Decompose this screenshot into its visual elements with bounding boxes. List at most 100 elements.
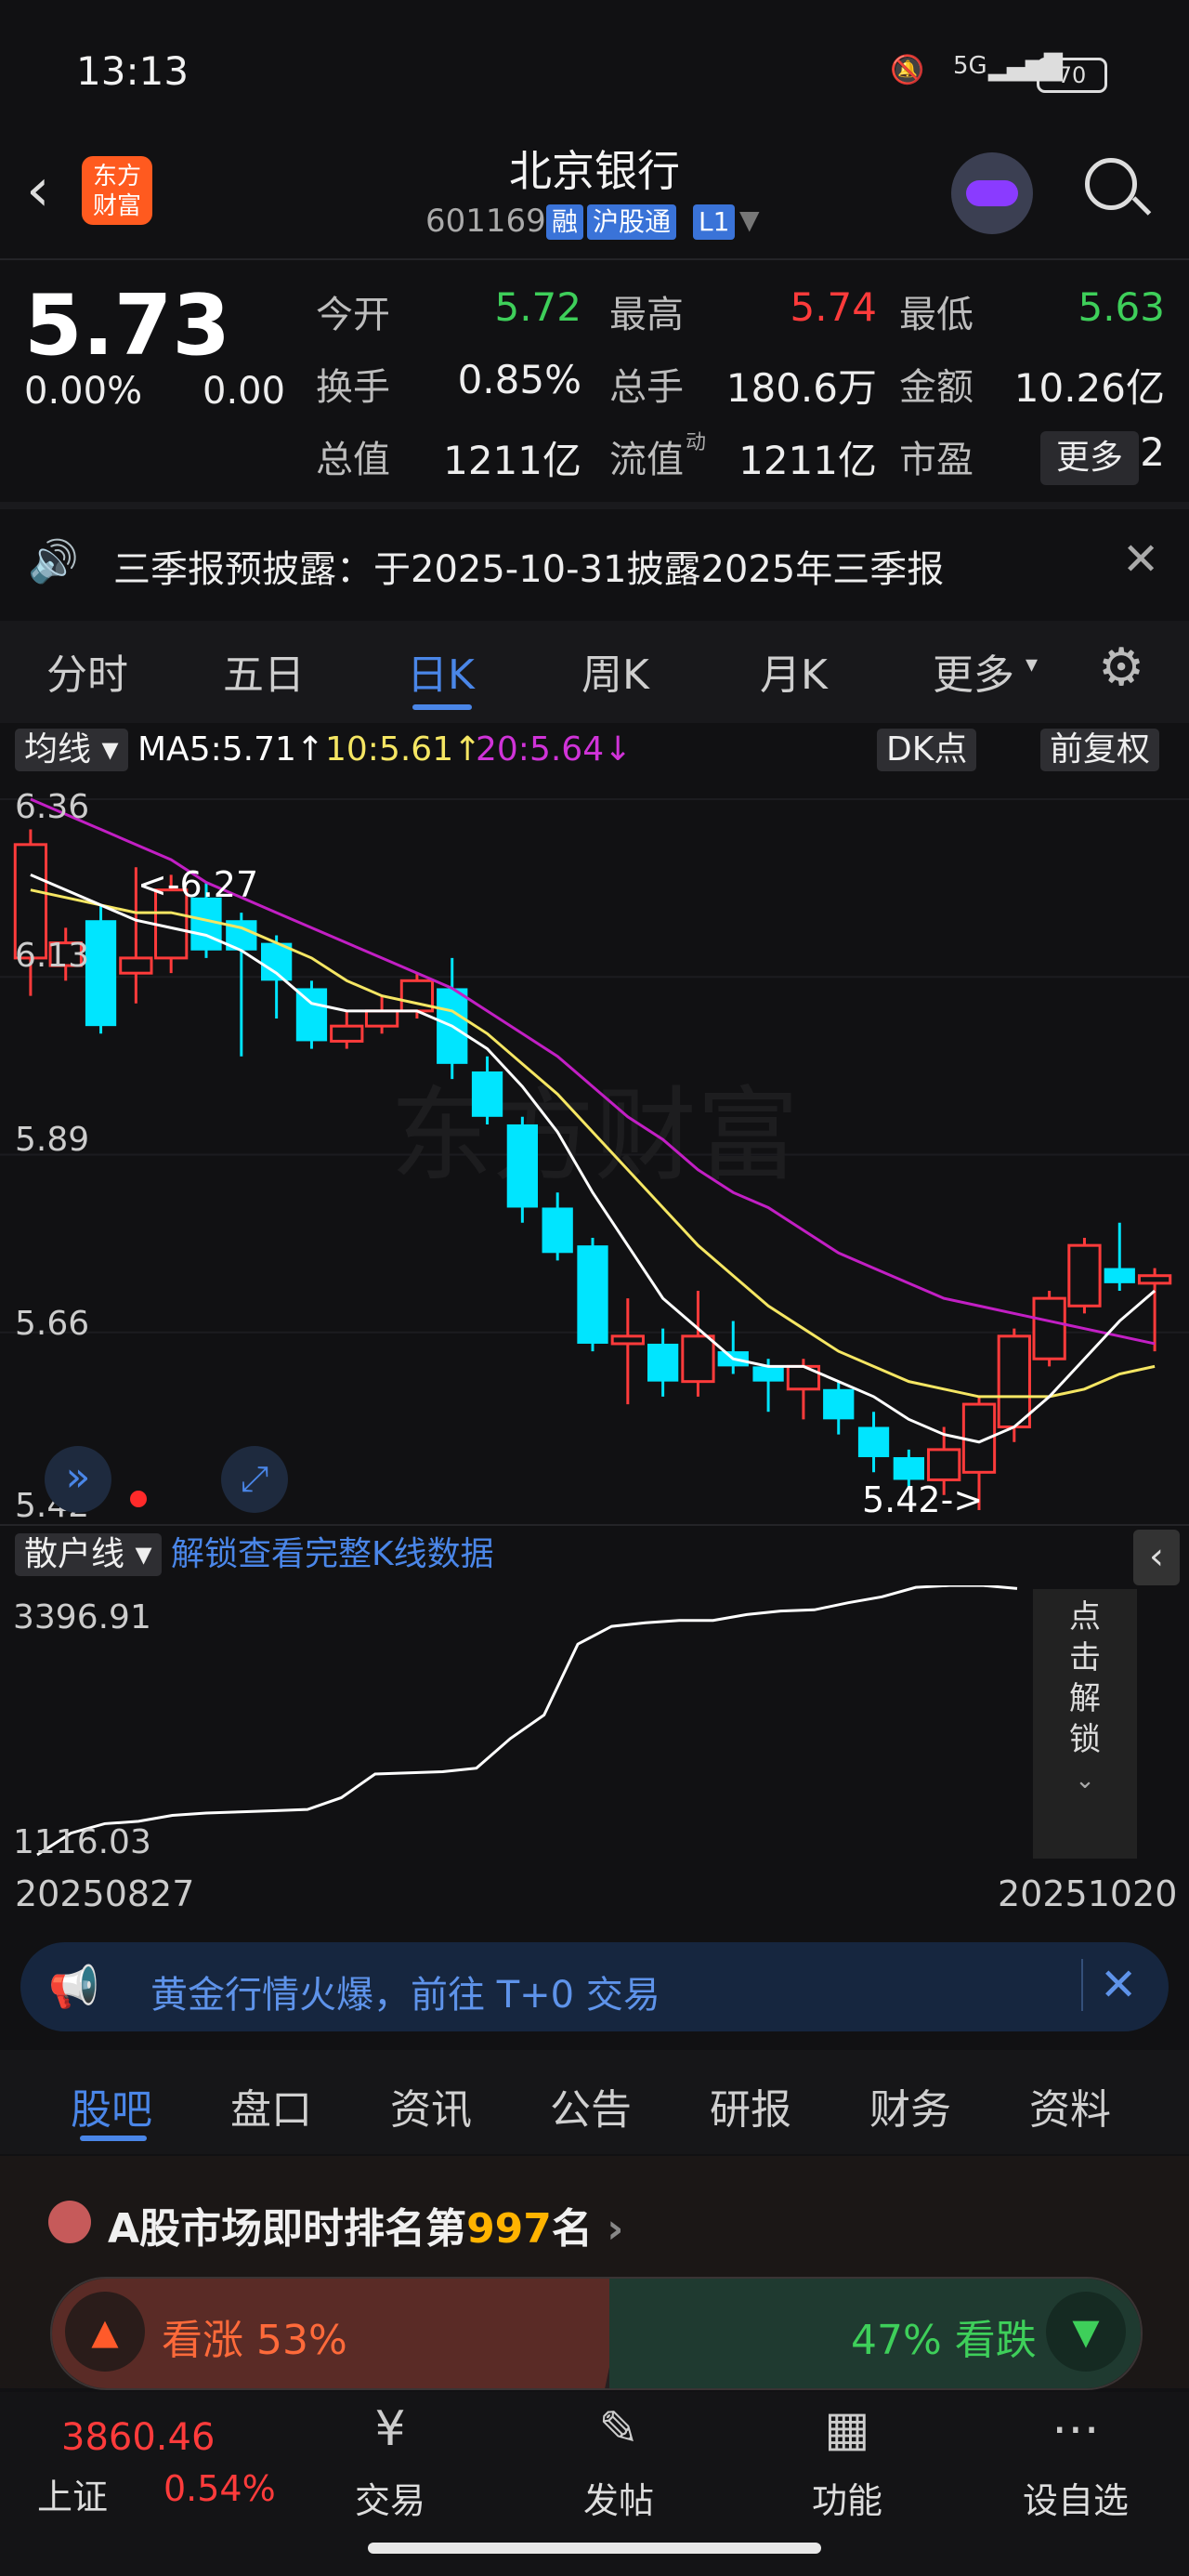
change-percent: 0.00% [24, 370, 143, 413]
period-tab[interactable]: 分时 [46, 641, 128, 701]
quote-value: 5.63 [1078, 284, 1165, 330]
divider [0, 258, 1189, 260]
expand-panel-icon[interactable]: » [45, 1446, 111, 1513]
candle [119, 956, 153, 975]
quote-value: 1211亿 [738, 438, 877, 483]
y-tick: 5.66 [15, 1305, 90, 1343]
add-watchlist-icon[interactable]: ⋯ [1001, 2401, 1150, 2457]
post-icon[interactable]: ✎ [544, 2401, 693, 2457]
period-tab[interactable]: 日K [407, 641, 475, 701]
content-tab[interactable]: 资讯 [390, 2076, 472, 2136]
nav-post[interactable]: 发帖 [544, 2472, 693, 2523]
y-tick: 6.13 [15, 937, 90, 975]
status-bar: 13:13 🔕 5G ▂▄▆█ 70 [0, 0, 1189, 139]
period-tab[interactable]: 更多 [933, 641, 1014, 701]
low-annotation: 5.42-> [862, 1479, 984, 1520]
date-start: 20250827 [15, 1873, 195, 1914]
notice-text[interactable]: 三季报预披露：于2025-10-31披露2025年三季报 [113, 539, 944, 593]
indicator-selector[interactable]: 散户线 ▾ [15, 1533, 162, 1576]
quote-value: 180.6万 [725, 365, 877, 411]
candle [190, 897, 222, 951]
side-unlock-text: 点 击 解 锁 [1069, 1598, 1101, 1758]
candle [1137, 1274, 1172, 1285]
candle [1067, 1243, 1102, 1308]
content-tab[interactable]: 财务 [869, 2076, 951, 2136]
candle [471, 1071, 503, 1117]
more-button[interactable]: 更多 [1040, 431, 1139, 485]
candle [364, 1009, 399, 1028]
nav-add-watchlist[interactable]: 设自选 [1001, 2472, 1150, 2523]
ma20-legend: 20:5.64↓ [476, 730, 633, 769]
trade-icon[interactable]: ¥ [316, 2401, 464, 2457]
candle [681, 1334, 715, 1384]
index-change[interactable]: 0.54% [163, 2468, 276, 2509]
retail-y-top: 3396.91 [13, 1598, 151, 1636]
content-tab[interactable]: 研报 [710, 2076, 791, 2136]
y-tick: 6.36 [15, 788, 90, 826]
bull-label: 看涨 53% [162, 2317, 347, 2364]
margin-tag: 融 [546, 204, 584, 240]
quote-value: 10.26亿 [1013, 365, 1165, 411]
candle [1104, 1268, 1135, 1283]
banner-text: 黄金行情火爆，前往 T+0 交易 [150, 1974, 660, 2017]
fullscreen-icon[interactable]: ⤢ [221, 1446, 288, 1513]
index-name[interactable]: 上证 [37, 2468, 108, 2519]
current-price: 5.73 [24, 277, 231, 375]
period-tab[interactable]: 月K [760, 641, 828, 701]
retail-y-bottom: 1116.03 [13, 1823, 151, 1861]
quote-label: 换手 [316, 366, 390, 409]
search-icon[interactable] [1085, 158, 1137, 210]
content-tab[interactable]: 股吧 [71, 2076, 152, 2136]
ma5-legend: MA5:5.71↑ [137, 730, 325, 769]
close-icon[interactable]: ✕ [1122, 533, 1159, 585]
ma10-legend: 10:5.61↑ [325, 730, 482, 769]
divider [0, 1524, 1189, 1526]
chevron-down-icon: ⌄ [1075, 1767, 1095, 1794]
quote-label: 流值 [609, 439, 684, 481]
high-annotation: <-6.27 [137, 864, 259, 905]
period-tab[interactable]: 周K [581, 641, 649, 701]
unlock-kline-link[interactable]: 解锁查看完整K线数据 [171, 1533, 494, 1576]
candle [857, 1426, 890, 1458]
side-unlock-button[interactable]: 点 击 解 锁 ⌄ [1033, 1589, 1137, 1859]
settings-gear-icon[interactable]: ⚙ [1098, 637, 1144, 698]
network-label: 5G [953, 52, 987, 80]
rank-text[interactable]: A股市场即时排名第997名 › [108, 2195, 623, 2254]
functions-icon[interactable]: ▦ [773, 2401, 921, 2457]
connect-tag: 沪股通 [587, 204, 677, 240]
tag-dropdown-icon[interactable]: ▼ [739, 204, 760, 235]
close-icon[interactable]: ✕ [1081, 1959, 1137, 2011]
period-tab[interactable]: 五日 [223, 641, 305, 701]
retail-line [36, 1585, 1018, 1857]
content-tab[interactable]: 盘口 [230, 2076, 312, 2136]
rank-chart-icon [48, 2201, 91, 2243]
assistant-robot-icon[interactable] [951, 152, 1033, 234]
retail-line-chart [36, 1585, 1018, 1857]
mute-icon: 🔕 [890, 54, 925, 86]
content-tab[interactable]: 资料 [1029, 2076, 1111, 2136]
quote-label: 总值 [316, 439, 390, 481]
content-tab[interactable]: 公告 [550, 2076, 632, 2136]
change-value: 0.00 [203, 370, 286, 413]
adjust-selector[interactable]: 前复权 [1040, 729, 1160, 771]
candle [997, 1334, 1031, 1428]
more-caret-icon: ▾ [1026, 651, 1039, 678]
quote-value: 5.74 [790, 284, 877, 330]
sentiment-vote: ▲ 看涨 53% 47% 看跌 ▼ [50, 2277, 1143, 2390]
ma-selector[interactable]: 均线 ▾ [15, 729, 128, 771]
bear-vote-button[interactable]: ▼ [1046, 2292, 1126, 2372]
notification-dot [130, 1491, 147, 1507]
candle [610, 1334, 645, 1346]
promo-banner[interactable]: 📢 黄金行情火爆，前往 T+0 交易 ✕ [20, 1942, 1169, 2031]
index-value[interactable]: 3860.46 [61, 2416, 215, 2459]
battery-icon: 70 [1037, 58, 1107, 93]
bull-vote-button[interactable]: ▲ [65, 2292, 145, 2372]
quote-label: 最低 [899, 294, 973, 336]
nav-trade[interactable]: 交易 [316, 2472, 464, 2523]
dk-point-button[interactable]: DK点 [877, 729, 977, 771]
home-indicator [368, 2543, 821, 2554]
nav-functions[interactable]: 功能 [773, 2472, 921, 2523]
level-tag: L1 [693, 204, 736, 240]
collapse-arrow-icon[interactable]: ‹ [1133, 1530, 1180, 1585]
speaker-icon: 🔊 [28, 538, 79, 585]
